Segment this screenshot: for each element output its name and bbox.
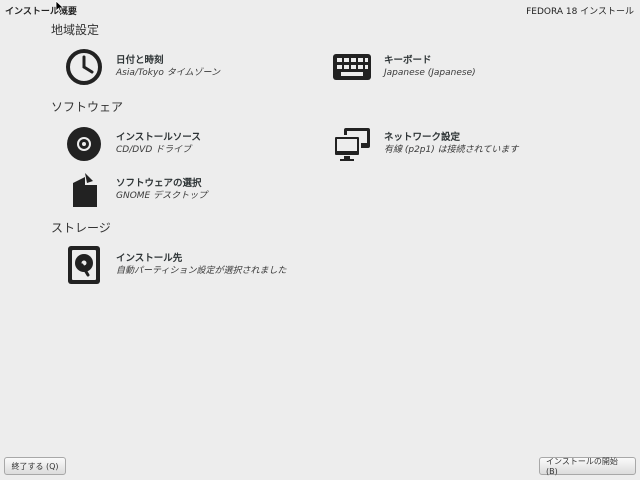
- quit-button[interactable]: 終了する (Q): [4, 457, 66, 475]
- spoke-network-title: ネットワーク設定: [384, 132, 461, 143]
- begin-installation-button[interactable]: インストールの開始(B): [539, 457, 636, 476]
- network-icon: [332, 124, 372, 164]
- spoke-keyboard-title: キーボード: [384, 55, 432, 66]
- spoke-installation-destination-title: インストール先: [116, 253, 183, 264]
- spoke-software-selection[interactable]: ソフトウェアの選択 GNOME デスクトップ: [64, 170, 207, 210]
- spoke-network-status: 有線 (p2p1) は接続されています: [384, 145, 519, 155]
- spoke-date-time-status: Asia/Tokyo タイムゾーン: [116, 68, 221, 78]
- section-localization: 地域設定: [51, 23, 100, 37]
- disc-icon: [64, 124, 104, 164]
- spoke-software-selection-title: ソフトウェアの選択: [116, 178, 202, 189]
- spoke-keyboard[interactable]: キーボード Japanese (Japanese): [332, 47, 476, 87]
- spoke-date-time-title: 日付と時刻: [116, 55, 164, 66]
- page-title: インストール概要: [5, 7, 77, 17]
- spoke-installation-destination[interactable]: インストール先 自動パーティション設定が選択されました: [64, 245, 286, 285]
- hard-disk-icon: [64, 245, 104, 285]
- package-icon: [64, 170, 104, 210]
- spoke-keyboard-status: Japanese (Japanese): [384, 68, 476, 78]
- spoke-network[interactable]: ネットワーク設定 有線 (p2p1) は接続されています: [332, 124, 518, 164]
- spoke-installation-destination-status: 自動パーティション設定が選択されました: [116, 266, 287, 276]
- clock-icon: [64, 47, 104, 87]
- spoke-software-selection-status: GNOME デスクトップ: [116, 191, 208, 201]
- spoke-installation-source[interactable]: インストールソース CD/DVD ドライブ: [64, 124, 201, 164]
- section-storage: ストレージ: [51, 221, 111, 235]
- section-software: ソフトウェア: [51, 100, 124, 114]
- installation-summary: インストール概要 FEDORA 18 インストール 地域設定 日付と時刻 Asi…: [0, 0, 640, 480]
- spoke-installation-source-status: CD/DVD ドライブ: [116, 145, 192, 155]
- mouse-cursor-icon: [55, 0, 65, 14]
- spoke-date-time[interactable]: 日付と時刻 Asia/Tokyo タイムゾーン: [64, 47, 220, 87]
- product-title: FEDORA 18 インストール: [526, 7, 634, 17]
- spoke-installation-source-title: インストールソース: [116, 132, 201, 143]
- keyboard-icon: [332, 47, 372, 87]
